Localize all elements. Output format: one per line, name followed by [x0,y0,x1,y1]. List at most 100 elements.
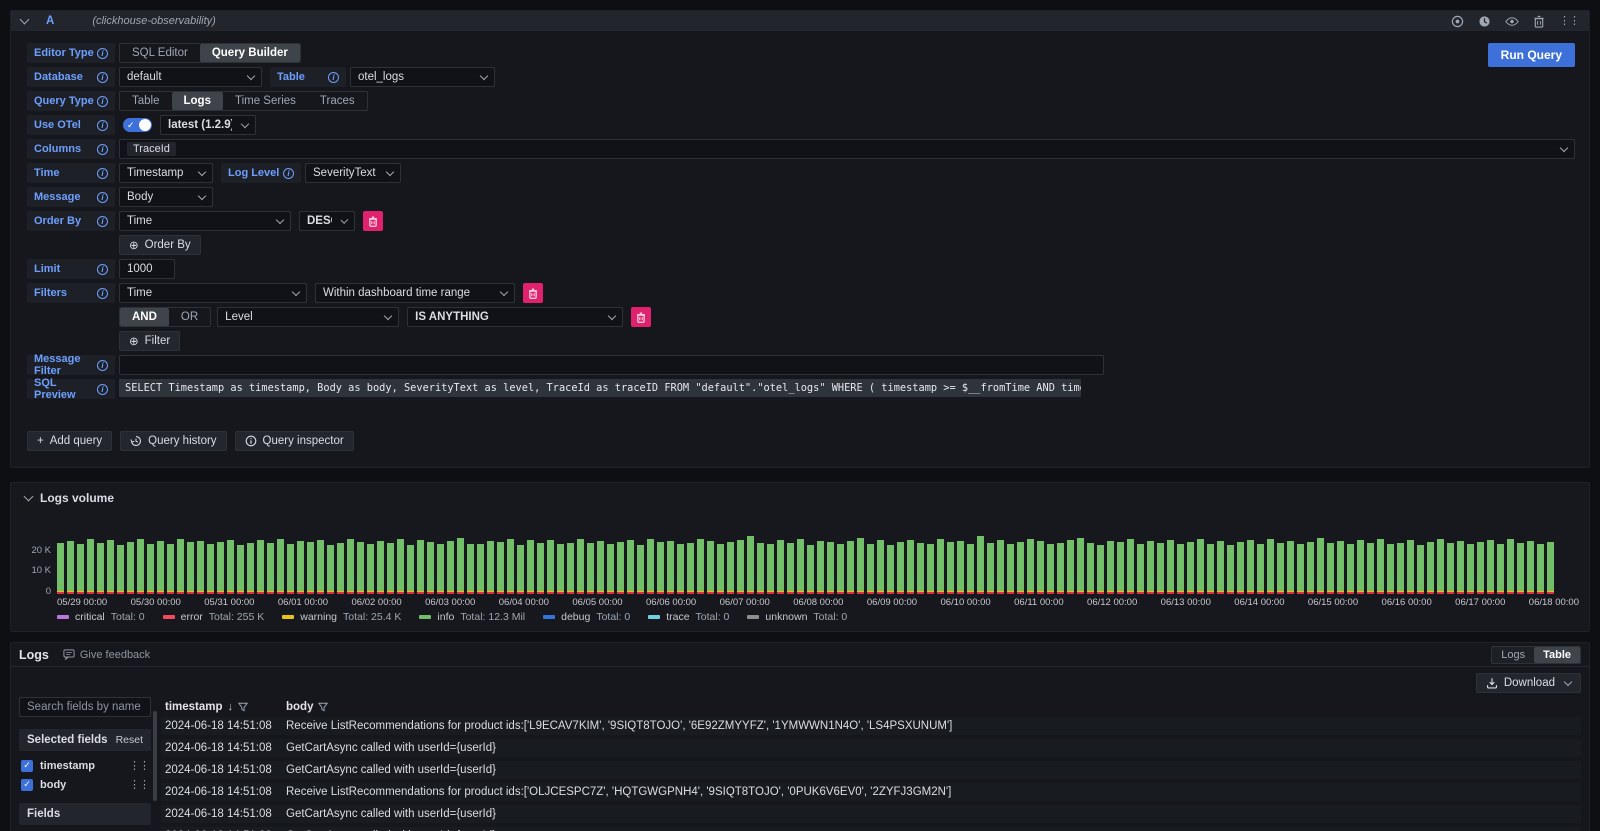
give-feedback-link[interactable]: Give feedback [63,649,150,661]
add-order-by-button[interactable]: ⊕Order By [119,235,201,255]
editor-type-query-builder[interactable]: Query Builder [200,44,300,62]
query-row-header[interactable]: A (clickhouse-observability) ⋮⋮ [11,11,1589,31]
filter-bool-and[interactable]: AND [120,308,169,326]
editor-type-sql-editor[interactable]: SQL Editor [120,44,200,62]
volume-bar [967,544,974,594]
info-icon[interactable]: i [97,48,108,59]
logs-volume-plot[interactable] [57,511,1579,595]
legend-item-trace[interactable]: traceTotal: 0 [648,611,729,623]
volume-bar [1377,539,1384,594]
collapse-query-icon[interactable] [20,15,30,25]
time-column-select[interactable]: Timestamp [119,163,213,183]
table-row[interactable]: 2024-06-18 14:51:08Receive ListRecommend… [161,783,1581,801]
message-column-select[interactable]: Body [119,187,213,207]
run-query-button[interactable]: Run Query [1488,43,1575,67]
selected-field-timestamp[interactable]: ✓ timestamp ⋮⋮ [21,757,149,774]
duplicate-query-icon[interactable] [1451,15,1464,28]
collapse-volume-icon[interactable] [24,492,34,502]
selected-field-body[interactable]: ✓ body ⋮⋮ [21,776,149,793]
filter2-field-select[interactable]: Level [217,307,399,327]
volume-bar [1217,541,1224,594]
legend-item-debug[interactable]: debugTotal: 0 [543,611,630,623]
remove-filter-button[interactable] [523,283,543,303]
query-type-traces[interactable]: Traces [308,92,367,110]
drag-handle-icon[interactable]: ⋮⋮ [129,761,149,771]
view-toggle-logs[interactable]: Logs [1492,647,1534,663]
legend-item-info[interactable]: infoTotal: 12.3 Mil [419,611,525,623]
x-tick-label: 06/15 00:00 [1308,597,1358,608]
sidebar-scrollbar[interactable] [153,711,157,801]
filter-funnel-icon[interactable] [318,702,328,712]
query-inspector-button[interactable]: Query inspector [235,431,354,451]
table-row[interactable]: 2024-06-18 14:51:08GetCartAsync called w… [161,739,1581,757]
column-tag[interactable]: TraceId [127,142,176,156]
logs-table-view-toggle: Logs Table [1491,646,1581,664]
info-icon[interactable]: i [97,288,108,299]
info-icon[interactable]: i [97,144,108,155]
add-query-button[interactable]: +Add query [27,431,112,451]
limit-input[interactable] [119,259,175,279]
column-header-timestamp[interactable]: timestamp ↓ [161,701,286,713]
use-otel-toggle[interactable]: ✓ [123,118,152,132]
legend-item-unknown[interactable]: unknownTotal: 0 [747,611,847,623]
query-type-logs[interactable]: Logs [172,92,223,110]
info-icon[interactable]: i [97,216,108,227]
filter-field-select[interactable]: Time [119,283,307,303]
table-row[interactable]: 2024-06-18 14:51:08Receive ListRecommend… [161,717,1581,735]
delete-query-icon[interactable] [1533,15,1545,28]
drag-handle-icon[interactable]: ⋮⋮ [129,780,149,790]
log-level-select[interactable]: SeverityText [305,163,401,183]
info-icon[interactable]: i [328,72,339,83]
filter-condition-select[interactable]: Within dashboard time range [315,283,515,303]
volume-bar [747,536,754,594]
search-fields-input[interactable] [19,697,151,717]
checkbox-checked-icon[interactable]: ✓ [21,760,33,772]
info-icon[interactable]: i [97,168,108,179]
legend-item-critical[interactable]: criticalTotal: 0 [57,611,145,623]
query-type-time-series[interactable]: Time Series [223,92,308,110]
filter-bool-or[interactable]: OR [169,308,210,326]
view-toggle-table[interactable]: Table [1534,647,1580,663]
query-history-icon[interactable] [1478,15,1491,28]
volume-bar [577,539,584,594]
drag-handle-icon[interactable]: ⋮⋮ [1559,16,1579,26]
info-icon[interactable]: i [97,192,108,203]
checkbox-checked-icon[interactable]: ✓ [21,779,33,791]
info-icon[interactable]: i [97,384,108,395]
columns-multiselect[interactable]: TraceId [119,139,1575,159]
order-by-field-select[interactable]: Time [119,211,291,231]
info-icon[interactable]: i [97,264,108,275]
table-row[interactable]: 2024-06-18 14:51:08GetCartAsync called w… [161,805,1581,823]
filter-funnel-icon[interactable] [238,702,248,712]
download-button[interactable]: Download [1476,673,1581,693]
info-icon[interactable]: i [97,120,108,131]
add-filter-button[interactable]: ⊕Filter [119,331,180,351]
cell-timestamp: 2024-06-18 14:51:08 [161,720,286,732]
otel-version-select[interactable]: latest (1.2.9) [160,115,256,135]
table-row[interactable]: 2024-06-18 14:51:08GetCartAsync called w… [161,761,1581,779]
order-by-direction-select[interactable]: DESC [299,211,355,231]
table-select[interactable]: otel_logs [350,67,495,87]
info-icon[interactable]: i [97,72,108,83]
filter2-condition-select[interactable]: IS ANYTHING [407,307,623,327]
sql-preview-code[interactable]: SELECT Timestamp as timestamp, Body as b… [119,379,1081,397]
query-type-table[interactable]: Table [120,92,172,110]
x-tick-label: 06/10 00:00 [941,597,991,608]
remove-order-by-button[interactable] [363,211,383,231]
legend-item-warning[interactable]: warningTotal: 25.4 K [282,611,401,623]
query-history-button[interactable]: Query history [120,431,226,451]
remove-filter2-button[interactable] [631,307,651,327]
volume-bar [1417,545,1424,594]
sort-desc-icon[interactable]: ↓ [228,701,234,713]
hide-response-eye-icon[interactable] [1505,15,1519,28]
legend-item-error[interactable]: errorTotal: 255 K [163,611,265,623]
info-icon[interactable]: i [97,360,108,371]
message-filter-input[interactable] [119,355,1104,375]
reset-fields-button[interactable]: Reset [116,734,143,746]
info-icon[interactable]: i [97,96,108,107]
column-header-body[interactable]: body [286,701,328,713]
volume-bar [467,544,474,594]
database-select[interactable]: default [119,67,262,87]
info-icon[interactable]: i [283,168,294,179]
table-row[interactable]: 2024-06-18 14:51:08GetCartAsync called w… [161,827,1581,831]
